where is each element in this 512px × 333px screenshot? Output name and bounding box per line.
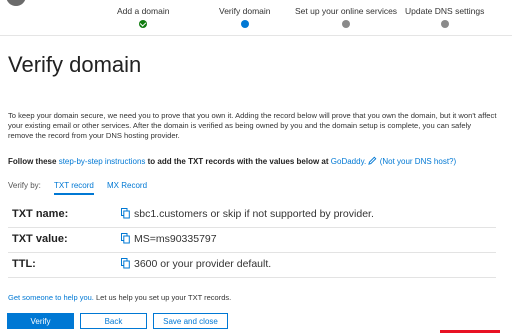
not-dns-host-link[interactable]: (Not your DNS host?) xyxy=(380,157,456,166)
record-value-text: 3600 or your provider default. xyxy=(134,258,272,270)
step-current-icon xyxy=(240,20,249,28)
back-button[interactable]: Back xyxy=(80,313,147,329)
step-pending-icon xyxy=(342,20,351,28)
record-value-text: MS=ms90335797 xyxy=(134,233,217,245)
record-label: TXT value: xyxy=(12,233,68,245)
record-row-txt-name: TXT name: sbc1.customers or skip if not … xyxy=(8,203,496,228)
step-label: Update DNS settings xyxy=(405,6,485,16)
edit-pencil-icon[interactable] xyxy=(368,156,377,165)
step-by-step-link[interactable]: step-by-step instructions xyxy=(59,157,146,166)
step-complete-icon xyxy=(139,20,148,28)
description-text: To keep your domain secure, we need you … xyxy=(8,111,497,140)
instructions-line: Follow these step-by-step instructions t… xyxy=(8,156,456,166)
record-label: TXT name: xyxy=(12,208,69,220)
help-text: Let us help you set up your TXT records. xyxy=(95,293,232,302)
provider-link[interactable]: GoDaddy. xyxy=(331,157,366,166)
verify-by-label: Verify by: xyxy=(8,181,41,190)
get-help-link[interactable]: Get someone to help you. xyxy=(8,293,94,302)
copy-icon[interactable] xyxy=(121,208,130,219)
tab-txt-record[interactable]: TXT record xyxy=(54,181,94,195)
record-value: MS=ms90335797 xyxy=(121,233,217,245)
verify-button[interactable]: Verify xyxy=(7,313,74,329)
step-pending-icon xyxy=(440,20,449,28)
help-line: Get someone to help you. Let us help you… xyxy=(8,293,231,302)
divider xyxy=(0,35,512,36)
copy-icon[interactable] xyxy=(121,233,130,244)
record-value-text: sbc1.customers or skip if not supported … xyxy=(134,208,374,220)
record-label: TTL: xyxy=(12,258,36,270)
record-row-ttl: TTL: 3600 or your provider default. xyxy=(8,253,496,278)
wizard-step-online-services: Set up your online services xyxy=(295,6,397,28)
avatar xyxy=(6,0,26,6)
wizard-progress: Add a domain Verify domain Set up your o… xyxy=(0,0,512,36)
wizard-step-verify-domain: Verify domain xyxy=(219,6,271,28)
step-label: Add a domain xyxy=(117,6,170,16)
save-and-close-button[interactable]: Save and close xyxy=(153,313,228,329)
page-title: Verify domain xyxy=(8,52,142,77)
tab-mx-record[interactable]: MX Record xyxy=(107,181,147,190)
wizard-step-add-domain: Add a domain xyxy=(117,6,169,28)
follow-middle: to add the TXT records with the values b… xyxy=(147,157,329,166)
step-label: Set up your online services xyxy=(295,6,398,16)
record-value: 3600 or your provider default. xyxy=(121,258,272,270)
record-value: sbc1.customers or skip if not supported … xyxy=(121,208,374,220)
wizard-step-dns-settings: Update DNS settings xyxy=(405,6,484,28)
dns-record-table: TXT name: sbc1.customers or skip if not … xyxy=(8,203,496,278)
follow-prefix: Follow these xyxy=(8,157,57,166)
step-label: Verify domain xyxy=(219,6,271,16)
record-row-txt-value: TXT value: MS=ms90335797 xyxy=(8,228,496,253)
copy-icon[interactable] xyxy=(121,258,130,269)
